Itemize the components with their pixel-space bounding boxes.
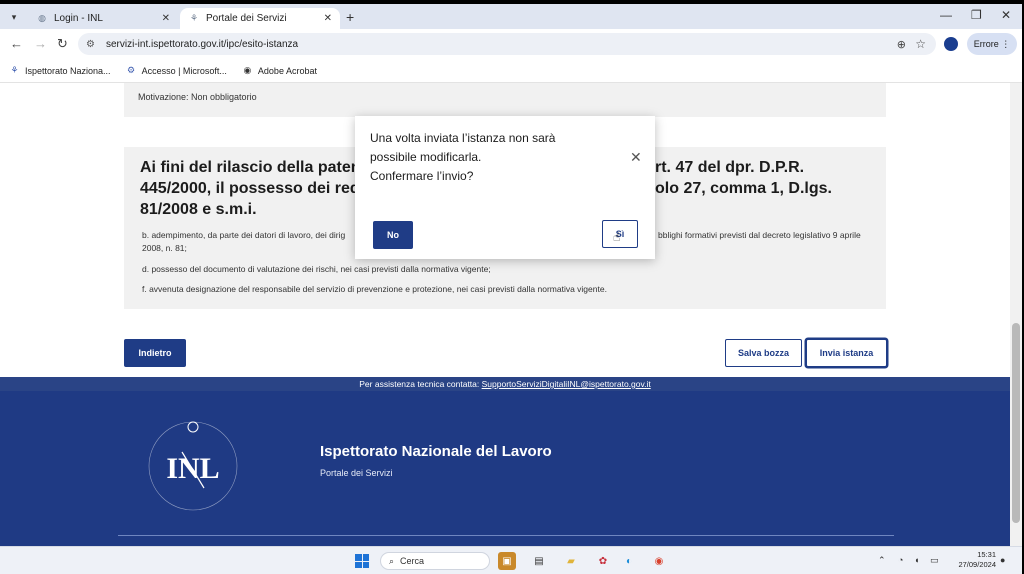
briefcase-app-icon[interactable]: ▣ bbox=[498, 552, 516, 570]
item-f-text: f. avvenuta designazione del responsabil… bbox=[142, 284, 607, 294]
heading-line-1: Ai fini del rilascio della patente bbox=[140, 159, 375, 176]
clock-date: 27/09/2024 bbox=[958, 560, 996, 569]
motivazione-text: Motivazione: Non obbligatorio bbox=[138, 92, 257, 102]
confirm-dialog: Una volta inviata l’istanza non sarà pos… bbox=[355, 116, 655, 259]
bookmark-label: Adobe Acrobat bbox=[257, 65, 317, 76]
heading-right-1: rt. 47 del dpr. D.P.R. bbox=[655, 159, 805, 176]
bookmark-label: Accesso | Microsoft... bbox=[141, 65, 227, 76]
tab-search-icon[interactable]: ▾ bbox=[5, 8, 23, 26]
footer-portal: Portale dei Servizi bbox=[320, 468, 393, 478]
heading-right-2: olo 27, comma 1, D.lgs. bbox=[655, 180, 832, 197]
motivazione-panel: Motivazione: Non obbligatorio bbox=[124, 83, 886, 117]
tab-title: Login - INL bbox=[54, 13, 103, 24]
zoom-icon[interactable]: ⊕ bbox=[897, 38, 906, 51]
back-icon[interactable]: ← bbox=[10, 36, 23, 51]
wifi-icon[interactable]: ◔ bbox=[898, 555, 903, 565]
url-text: servizi-int.ispettorato.gov.it/ipc/esito… bbox=[106, 38, 299, 50]
item-b-text-right: bblighi formativi previsti dal decreto l… bbox=[658, 230, 861, 240]
clock-time: 15:31 bbox=[977, 550, 996, 559]
tab-title: Portale dei Servizi bbox=[206, 13, 287, 24]
close-window-icon[interactable]: ✕ bbox=[1001, 8, 1011, 22]
windows-taskbar: ⌕ Cerca ▣ ▤ ▰ ✿ ◐ ◉ ⌃ ◔ ◖ ▭ 15:31 27/09/… bbox=[0, 546, 1022, 574]
taskbar-search[interactable]: ⌕ Cerca bbox=[380, 552, 490, 570]
bookmark-acrobat[interactable]: ◉ Adobe Acrobat bbox=[242, 65, 317, 76]
gear-icon: ⚙ bbox=[127, 65, 136, 75]
inl-seal-logo: INL bbox=[148, 421, 238, 511]
tab-login[interactable]: ◍ Login - INL ✕ bbox=[28, 8, 178, 29]
profile-error-label: Errore bbox=[973, 39, 999, 49]
new-tab-icon[interactable]: + bbox=[346, 9, 354, 25]
restore-icon[interactable]: ❐ bbox=[971, 8, 982, 22]
screen: ▾ ◍ Login - INL ✕ ⚘ Portale dei Servizi … bbox=[0, 4, 1022, 574]
file-explorer-icon[interactable]: ▰ bbox=[562, 552, 580, 570]
close-tab-icon[interactable]: ✕ bbox=[324, 13, 332, 24]
inl-favicon-icon: ⚘ bbox=[189, 13, 199, 23]
dialog-no-button[interactable]: No bbox=[373, 221, 413, 249]
assistance-bar: Per assistenza tecnica contatta: Support… bbox=[0, 377, 1010, 391]
dialog-line-3: Confermare l’invio? bbox=[370, 169, 474, 183]
tray-chevron-icon[interactable]: ⌃ bbox=[878, 555, 886, 566]
profile-avatar[interactable] bbox=[944, 37, 958, 51]
windows-start-icon[interactable] bbox=[355, 554, 369, 568]
bookmark-microsoft[interactable]: ⚙ Accesso | Microsoft... bbox=[126, 65, 227, 76]
heading-line-3: 81/2008 e s.m.i. bbox=[140, 201, 257, 218]
globe-icon: ◉ bbox=[243, 65, 252, 75]
site-footer: INL Ispettorato Nazionale del Lavoro Por… bbox=[0, 391, 1010, 546]
taskbar-clock[interactable]: 15:31 27/09/2024 bbox=[950, 550, 996, 570]
tab-portale[interactable]: ⚘ Portale dei Servizi ✕ bbox=[180, 8, 340, 29]
volume-icon[interactable]: ◖ bbox=[914, 555, 919, 565]
minimize-icon[interactable]: — bbox=[940, 8, 952, 22]
battery-icon[interactable]: ▭ bbox=[930, 555, 939, 566]
chrome-icon[interactable]: ◉ bbox=[650, 552, 668, 570]
page-favicon-icon: ◍ bbox=[38, 13, 46, 23]
item-b-cont: 2008, n. 81; bbox=[142, 243, 187, 253]
address-bar[interactable]: ⚙ servizi-int.ispettorato.gov.it/ipc/esi… bbox=[78, 33, 936, 55]
reload-icon[interactable]: ↻ bbox=[57, 36, 68, 52]
app-icon[interactable]: ✿ bbox=[594, 552, 612, 570]
assistance-email-link[interactable]: SupportoServiziDigitaliINL@ispettorato.g… bbox=[482, 379, 651, 389]
invia-istanza-button[interactable]: Invia istanza bbox=[806, 339, 887, 367]
browser-toolbar: ← → ↻ ⚙ servizi-int.ispettorato.gov.it/i… bbox=[0, 29, 1022, 59]
search-icon: ⌕ bbox=[389, 555, 395, 566]
item-b-text: b. adempimento, da parte dei datori di l… bbox=[142, 230, 346, 240]
dialog-line-2: possibile modificarla. bbox=[370, 150, 482, 164]
tab-bar: ▾ ◍ Login - INL ✕ ⚘ Portale dei Servizi … bbox=[0, 4, 1022, 29]
dialog-close-icon[interactable]: ✕ bbox=[630, 149, 642, 166]
bookmark-label: Ispettorato Naziona... bbox=[25, 65, 111, 76]
page-content: Motivazione: Non obbligatorio Ai fini de… bbox=[0, 83, 1010, 546]
page-scrollbar[interactable] bbox=[1010, 83, 1022, 546]
forward-icon[interactable]: → bbox=[34, 36, 47, 51]
site-info-icon[interactable]: ⚙ bbox=[86, 39, 100, 50]
close-tab-icon[interactable]: ✕ bbox=[162, 13, 170, 24]
salva-bozza-button[interactable]: Salva bozza bbox=[725, 339, 802, 367]
assistance-text: Per assistenza tecnica contatta: bbox=[359, 379, 482, 389]
taskbar-search-label: Cerca bbox=[400, 556, 425, 566]
item-d-text: d. possesso del documento di valutazione… bbox=[142, 264, 491, 274]
indietro-button[interactable]: Indietro bbox=[124, 339, 186, 367]
task-view-icon[interactable]: ▤ bbox=[530, 552, 548, 570]
footer-divider bbox=[118, 535, 894, 536]
hand-cursor-icon: ☝ bbox=[613, 230, 621, 244]
profile-error-button[interactable]: Errore ⋮ bbox=[967, 33, 1017, 55]
bookmarks-bar: ⚘ Ispettorato Naziona... ⚙ Accesso | Mic… bbox=[0, 59, 1022, 83]
footer-org-name: Ispettorato Nazionale del Lavoro bbox=[320, 443, 552, 460]
inl-icon: ⚘ bbox=[10, 65, 19, 75]
heading-line-2: 445/2000, il possesso dei requ bbox=[140, 180, 370, 197]
edge-icon[interactable]: ◐ bbox=[620, 552, 638, 570]
dialog-message: Una volta inviata l’istanza non sarà pos… bbox=[370, 129, 610, 186]
svg-text:INL: INL bbox=[166, 452, 219, 485]
dialog-line-1: Una volta inviata l’istanza non sarà bbox=[370, 131, 556, 145]
notification-icon[interactable]: ● bbox=[1000, 555, 1005, 565]
bookmark-star-icon[interactable]: ☆ bbox=[915, 37, 926, 51]
scrollbar-thumb[interactable] bbox=[1012, 323, 1020, 523]
bookmark-inl[interactable]: ⚘ Ispettorato Naziona... bbox=[9, 65, 111, 76]
